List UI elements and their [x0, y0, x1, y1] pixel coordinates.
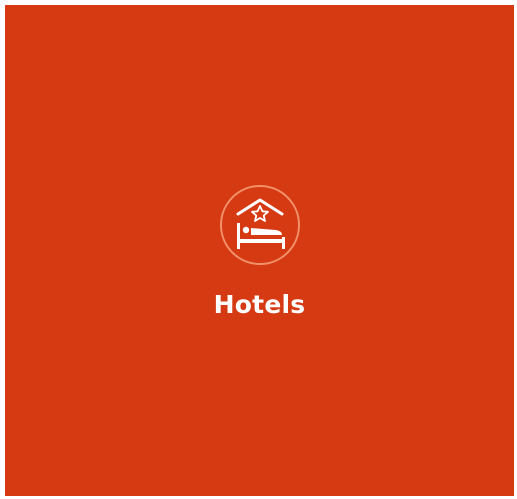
hotel-icon-ring — [220, 185, 300, 265]
hotel-bed-star-icon — [236, 198, 285, 249]
hotels-category-tile[interactable]: Hotels — [5, 5, 514, 496]
tile-label: Hotels — [213, 290, 306, 319]
